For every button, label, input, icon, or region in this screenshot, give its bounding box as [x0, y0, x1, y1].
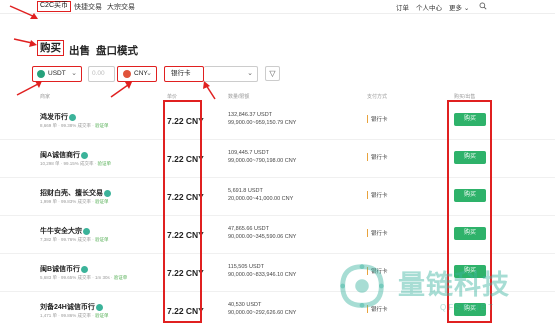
tab-orderbook-mode[interactable]: 盘口模式: [96, 43, 138, 58]
merchant-stats: 1,999 单 · 99.83% 成交率 · 验证单: [40, 199, 109, 205]
merchant-stats: 7,382 单 · 99.76% 成交率 · 验证单: [40, 237, 109, 243]
merchant-name[interactable]: 闽B诚信币行: [40, 264, 89, 274]
merchant-stats: 5,683 单 · 99.65% 成交率 · 1m 30s · 验证单: [40, 275, 127, 281]
verified-badge-icon: [69, 113, 76, 121]
col-action: 购买/出售: [454, 94, 476, 100]
chevron-down-icon: ⌄: [146, 70, 152, 77]
order-limit: 99,000.00~790,198.00 CNY: [228, 158, 297, 164]
order-limit: 99,900.00~959,150.79 CNY: [228, 120, 297, 126]
payment-method: 银行卡: [367, 153, 388, 161]
merchant-name-label: 刘备24H诚信币行: [40, 304, 95, 311]
payment-select[interactable]: 银行卡: [164, 66, 204, 82]
verified-badge-icon: [81, 151, 89, 159]
payment-method: 银行卡: [367, 115, 388, 123]
payment-select-value: 银行卡: [171, 70, 191, 77]
verification-tag: 验证单: [95, 199, 109, 204]
merchant-stats-text: 5,683 单 · 99.65% 成交率 · 1m 30s ·: [40, 275, 114, 280]
chevron-down-icon: ⌄: [247, 70, 253, 77]
amount-input[interactable]: 0.00: [88, 66, 115, 82]
chevron-down-icon: ⌄: [71, 70, 77, 77]
coin-select[interactable]: USDT ⌄: [32, 66, 82, 82]
watermark-url: QFSP.NET: [440, 303, 495, 312]
col-amount: 数量/限额: [228, 94, 250, 100]
available-quantity: 115,505 USDT: [228, 264, 264, 270]
usdt-icon: [37, 70, 45, 78]
cny-icon: [123, 70, 131, 78]
merchant-name[interactable]: 牛牛安全大宗: [40, 226, 90, 236]
watermark-text: 量链科技: [398, 270, 510, 300]
order-limit: 90,000.00~833,946.10 CNY: [228, 272, 297, 278]
merchant-stats: 1,471 单 · 99.86% 成交率 · 验证单: [40, 313, 109, 319]
merchant-stats-text: 7,382 单 · 99.76% 成交率 ·: [40, 237, 96, 242]
merchant-name[interactable]: 招财白壳、擅长交易: [40, 188, 111, 198]
tab-buy[interactable]: 购买: [37, 40, 64, 56]
available-quantity: 47,865.66 USDT: [228, 226, 269, 232]
tab-quick-trade[interactable]: 快捷交易: [74, 2, 102, 12]
col-merchant: 商家: [40, 94, 51, 100]
available-quantity: 132,846.37 USDT: [228, 112, 273, 118]
tab-sell[interactable]: 出售: [69, 43, 90, 58]
merchant-name-label: 招财白壳、擅长交易: [40, 190, 103, 197]
verification-tag: 验证单: [95, 123, 109, 128]
profile-link[interactable]: 个人中心: [416, 2, 442, 12]
merchant-name[interactable]: 刘备24H诚信币行: [40, 302, 103, 312]
verified-badge-icon: [83, 227, 90, 235]
search-icon[interactable]: [479, 2, 487, 10]
currency-select[interactable]: CNY ⌄: [117, 66, 157, 82]
more-link[interactable]: 更多 ⌄: [449, 2, 469, 12]
merchant-stats-text: 8,669 单 · 99.38% 成交率 ·: [40, 123, 96, 128]
watermark-logo-icon: [340, 264, 384, 308]
tab-block-trade[interactable]: 大宗交易: [107, 2, 135, 12]
merchant-name-label: 闽A诚信商行: [40, 152, 81, 159]
funnel-icon[interactable]: ▽: [265, 66, 280, 81]
annotation-arrow-payment: [203, 81, 216, 100]
more-chevron-icon: ⌄: [463, 5, 470, 12]
merchant-name-label: 闽B诚信币行: [40, 266, 81, 273]
verified-badge-icon: [104, 189, 111, 197]
verification-tag: 验证单: [95, 313, 109, 318]
orders-link[interactable]: 订单: [396, 2, 409, 12]
order-limit: 90,000.00~345,590.06 CNY: [228, 234, 297, 240]
merchant-name[interactable]: 闽A诚信商行: [40, 150, 89, 160]
order-limit: 90,000.00~292,626.60 CNY: [228, 310, 297, 316]
price-column-highlight: [163, 100, 202, 323]
verification-tag: 验证单: [95, 237, 109, 242]
available-quantity: 109,445.7 USDT: [228, 150, 269, 156]
annotation-arrow-tab: [9, 5, 38, 19]
top-nav-bar: C2C买币 快捷交易 大宗交易 订单 个人中心 更多 ⌄: [0, 0, 555, 14]
verification-tag: 验证单: [113, 275, 128, 280]
payment-method: 银行卡: [367, 191, 388, 199]
merchant-name-label: 鸿发币行: [40, 114, 68, 121]
tab-c2c-buy[interactable]: C2C买币: [37, 1, 72, 12]
coin-select-value: USDT: [48, 70, 66, 77]
merchant-name-label: 牛牛安全大宗: [40, 228, 82, 235]
merchant-stats-text: 1,471 单 · 99.86% 成交率 ·: [40, 313, 96, 318]
col-price: 单价: [167, 94, 178, 100]
merchant-stats: 8,669 单 · 99.38% 成交率 · 验证单: [40, 123, 109, 129]
merchant-stats-text: 10,298 单 · 99.15% 成交率 ·: [40, 161, 98, 166]
payment-select-dropdown[interactable]: ⌄: [204, 66, 258, 82]
verified-badge-icon: [81, 265, 89, 273]
available-quantity: 40,530 USDT: [228, 302, 262, 308]
merchant-stats-text: 1,999 单 · 99.83% 成交率 ·: [40, 199, 96, 204]
merchant-stats: 10,298 单 · 99.15% 成交率 · 验证单: [40, 161, 111, 167]
merchant-name[interactable]: 鸿发币行: [40, 112, 76, 122]
payment-method: 银行卡: [367, 229, 388, 237]
col-payment: 支付方式: [367, 94, 388, 100]
verification-tag: 验证单: [97, 161, 112, 166]
order-limit: 20,000.00~41,000.00 CNY: [228, 196, 294, 202]
verified-badge-icon: [95, 303, 103, 311]
available-quantity: 5,691.8 USDT: [228, 188, 263, 194]
more-label: 更多: [449, 5, 462, 12]
annotation-arrow-buy: [13, 38, 37, 47]
annotation-arrow-currency: [110, 82, 132, 98]
